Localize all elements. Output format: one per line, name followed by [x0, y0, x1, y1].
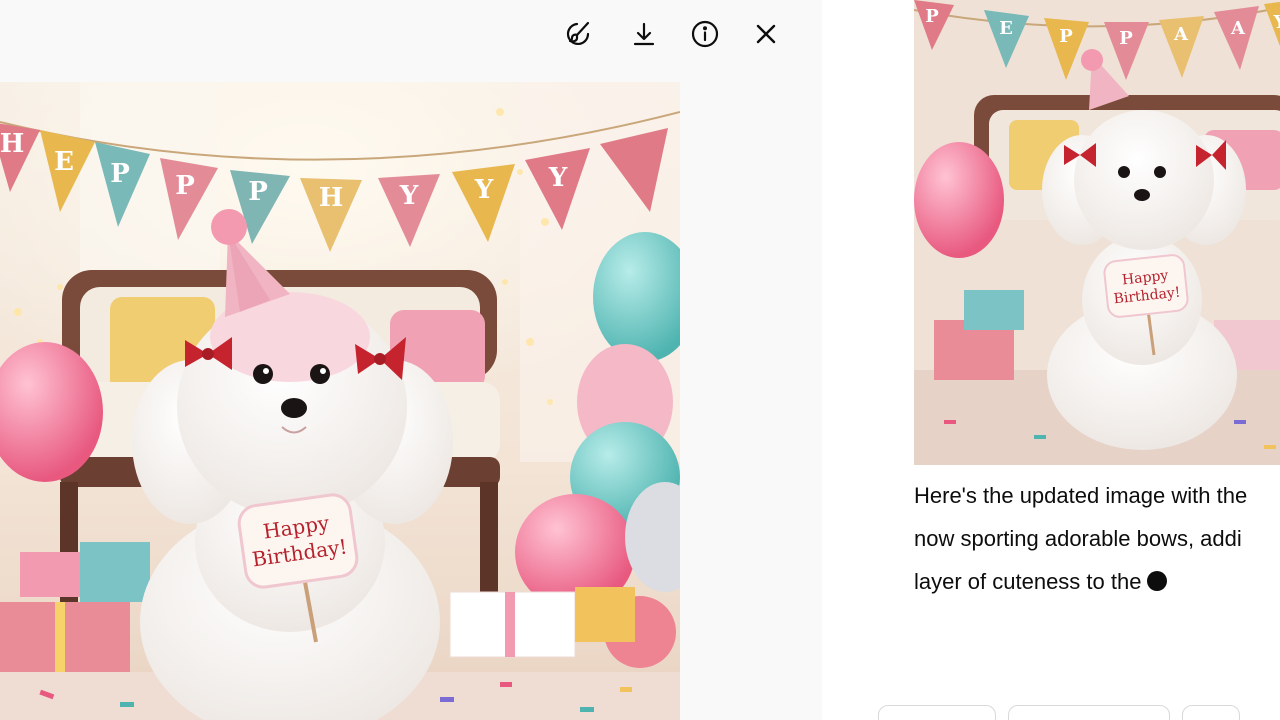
thumb-bunting-letter: P [1059, 26, 1073, 47]
thumbnail-poodle-image: P E P P A A Y [914, 0, 1280, 465]
bunting-letter: Y [548, 163, 568, 193]
close-button[interactable] [744, 12, 788, 56]
download-button[interactable] [622, 12, 666, 56]
thumb-bunting-letter: P [1119, 28, 1133, 49]
edit-image-button[interactable] [556, 12, 600, 56]
thumb-bunting-letter: E [999, 18, 1013, 39]
suggestion-chip[interactable] [1008, 705, 1170, 720]
bunting-letter: Y [474, 175, 494, 205]
download-icon [633, 22, 655, 46]
bunting-letter: P [248, 177, 268, 207]
bunting-letter: E [54, 147, 74, 177]
bunting-letter: H [319, 183, 344, 213]
image-thumbnail[interactable]: P E P P A A Y [914, 0, 1280, 465]
generated-image[interactable]: H E P P P H Y Y Y Happy Birthday! [0, 82, 680, 720]
close-icon [756, 24, 776, 44]
thumb-bunting-letter: A [1230, 18, 1246, 39]
suggestion-chip[interactable] [878, 705, 996, 720]
birthday-poodle-image: H E P P P H Y Y Y Happy Birthday! [0, 82, 680, 720]
message-line: now sporting adorable bows, addi [914, 526, 1242, 551]
message-line: layer of cuteness to the [914, 569, 1142, 594]
chat-pane: P E P P A A Y [822, 0, 1280, 720]
bunting-letter: P [110, 159, 130, 189]
info-icon [691, 20, 719, 48]
edit-brush-icon [566, 21, 590, 46]
assistant-message: Here's the updated image with the now sp… [914, 474, 1280, 603]
bunting-letter: H [0, 129, 24, 159]
info-button[interactable] [683, 12, 727, 56]
message-line: Here's the updated image with the [914, 483, 1248, 508]
thumb-bunting-letter: Y [1273, 12, 1280, 33]
suggestion-chip[interactable] [1182, 705, 1240, 720]
thumb-bunting-letter: A [1173, 24, 1189, 45]
streaming-cursor-icon [1147, 571, 1168, 591]
bunting-letter: P [175, 171, 195, 201]
thumb-bunting-letter: P [925, 6, 939, 27]
bunting-letter: Y [399, 181, 419, 211]
image-viewer: H E P P P H Y Y Y Happy Birthday! [0, 0, 822, 720]
